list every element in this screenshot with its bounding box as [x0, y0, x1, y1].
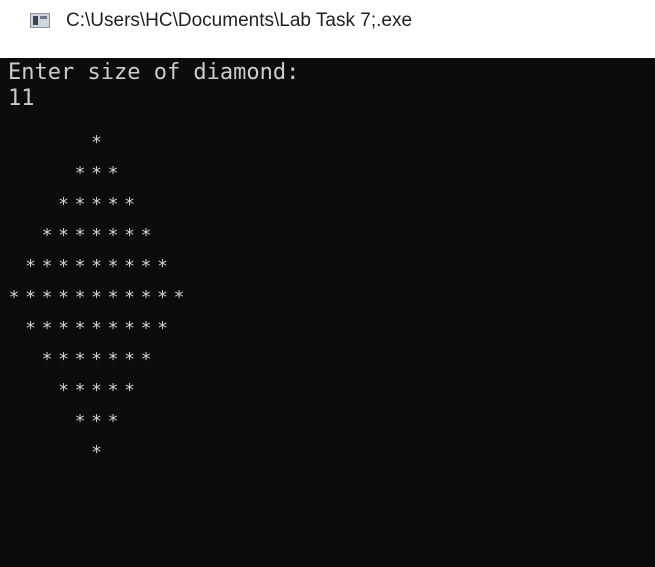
star-glyph: *	[91, 380, 102, 401]
prompt-line: Enter size of diamond:	[8, 60, 300, 85]
star-glyph: *	[74, 287, 86, 308]
star-glyph: *	[41, 287, 53, 308]
star-glyph: *	[173, 287, 185, 308]
star-glyph: *	[157, 287, 168, 308]
star-glyph: *	[74, 194, 86, 215]
star-glyph: *	[58, 349, 69, 370]
star-glyph: *	[91, 442, 102, 463]
diamond-row: * * * * * * *	[8, 350, 648, 370]
star-glyph: *	[74, 318, 86, 339]
star-glyph: *	[157, 256, 168, 277]
diamond-row: * * * * * * *	[8, 226, 648, 246]
star-glyph: *	[74, 256, 86, 277]
star-glyph: *	[91, 411, 102, 432]
star-glyph: *	[25, 256, 36, 277]
star-glyph: *	[124, 318, 135, 339]
console-window: C:\Users\HC\Documents\Lab Task 7;.exe En…	[0, 0, 655, 567]
star-glyph: *	[91, 163, 102, 184]
user-input-line: 11	[8, 86, 35, 111]
star-glyph: *	[41, 225, 53, 246]
star-glyph: *	[107, 256, 119, 277]
star-glyph: *	[74, 225, 86, 246]
star-glyph: *	[74, 163, 86, 184]
star-glyph: *	[58, 287, 69, 308]
star-glyph: *	[140, 256, 152, 277]
star-glyph: *	[8, 287, 20, 308]
star-glyph: *	[91, 194, 102, 215]
star-glyph: *	[74, 349, 86, 370]
diamond-row: * * *	[8, 412, 648, 432]
console-app-icon	[30, 13, 50, 28]
star-glyph: *	[124, 380, 135, 401]
star-glyph: *	[74, 380, 86, 401]
star-glyph: *	[107, 380, 119, 401]
diamond-row: * * * * * * * * * * *	[8, 288, 648, 308]
diamond-row: * * *	[8, 164, 648, 184]
diamond-row: * * * * * * * * *	[8, 257, 648, 277]
star-glyph: *	[74, 411, 86, 432]
star-glyph: *	[124, 256, 135, 277]
diamond-row: *	[8, 133, 648, 153]
star-glyph: *	[124, 194, 135, 215]
star-glyph: *	[140, 318, 152, 339]
star-glyph: *	[124, 225, 135, 246]
star-glyph: *	[58, 256, 69, 277]
star-glyph: *	[107, 318, 119, 339]
star-glyph: *	[58, 318, 69, 339]
star-glyph: *	[107, 225, 119, 246]
star-glyph: *	[91, 256, 102, 277]
star-glyph: *	[107, 411, 119, 432]
star-glyph: *	[25, 318, 36, 339]
star-glyph: *	[58, 194, 69, 215]
star-glyph: *	[41, 318, 53, 339]
star-glyph: *	[58, 380, 69, 401]
star-glyph: *	[124, 349, 135, 370]
star-glyph: *	[91, 349, 102, 370]
star-glyph: *	[91, 287, 102, 308]
star-glyph: *	[107, 163, 119, 184]
star-glyph: *	[41, 349, 53, 370]
star-glyph: *	[91, 225, 102, 246]
star-glyph: *	[157, 318, 168, 339]
star-glyph: *	[140, 349, 152, 370]
star-glyph: *	[140, 287, 152, 308]
star-glyph: *	[91, 318, 102, 339]
diamond-row: *	[8, 443, 648, 463]
console-output[interactable]: Enter size of diamond: 11 * * * * * * * * * * * * * *…	[0, 58, 655, 567]
star-glyph: *	[91, 132, 102, 153]
title-bar[interactable]: C:\Users\HC\Documents\Lab Task 7;.exe	[0, 0, 655, 56]
star-glyph: *	[41, 256, 53, 277]
star-glyph: *	[58, 225, 69, 246]
diamond-row: * * * * *	[8, 381, 648, 401]
star-glyph: *	[107, 349, 119, 370]
star-glyph: *	[25, 287, 36, 308]
diamond-row: * * * * *	[8, 195, 648, 215]
window-title: C:\Users\HC\Documents\Lab Task 7;.exe	[66, 10, 413, 31]
diamond-row: * * * * * * * * *	[8, 319, 648, 339]
star-glyph: *	[107, 194, 119, 215]
star-glyph: *	[140, 225, 152, 246]
star-glyph: *	[124, 287, 135, 308]
star-glyph: *	[107, 287, 119, 308]
